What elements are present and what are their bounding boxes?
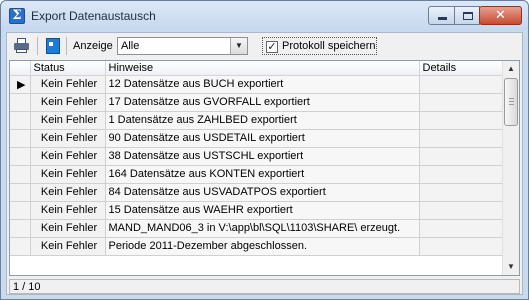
status-cell[interactable]: Kein Fehler <box>30 165 106 184</box>
status-bar: 1 / 10 <box>9 279 520 294</box>
status-cell[interactable]: Kein Fehler <box>30 219 106 238</box>
hinweis-cell[interactable]: MAND_MAND06_3 in V:\app\bl\SQL\1103\SHAR… <box>105 219 420 238</box>
table-row[interactable]: Kein Fehler 15 Datensätze aus WAEHR expo… <box>10 201 504 220</box>
status-cell[interactable]: Kein Fehler <box>30 183 106 202</box>
column-header-details[interactable]: Details <box>419 61 504 76</box>
toolbar-separator <box>37 37 38 55</box>
print-button[interactable] <box>12 36 32 56</box>
hinweis-cell[interactable]: 90 Datensätze aus USDETAIL exportiert <box>105 129 420 148</box>
export-window: Σ Export Datenaustausch ✕ Anzeige Alle ▼ <box>0 0 529 300</box>
minimize-button[interactable] <box>428 6 455 25</box>
details-cell[interactable] <box>419 129 504 148</box>
details-cell[interactable] <box>419 147 504 166</box>
checkbox-icon[interactable]: ✓ <box>266 41 278 53</box>
status-cell[interactable]: Kein Fehler <box>30 111 106 130</box>
row-indicator <box>10 111 31 130</box>
details-cell[interactable] <box>419 165 504 184</box>
hinweis-cell[interactable]: 164 Datensätze aus KONTEN exportiert <box>105 165 420 184</box>
status-cell[interactable]: Kein Fehler <box>30 93 106 112</box>
export-icon <box>46 38 60 54</box>
scroll-thumb[interactable] <box>504 78 518 126</box>
status-cell[interactable]: Kein Fehler <box>30 75 106 94</box>
table-header: Status Hinweise Details <box>10 61 504 76</box>
hinweis-cell[interactable]: 15 Datensätze aus WAEHR exportiert <box>105 201 420 220</box>
status-cell[interactable]: Kein Fehler <box>30 129 106 148</box>
scroll-down-icon[interactable]: ▼ <box>503 259 519 275</box>
table-row[interactable]: Kein Fehler Periode 2011-Dezember abgesc… <box>10 237 504 256</box>
hinweis-cell[interactable]: 38 Datensätze aus USTSCHL exportiert <box>105 147 420 166</box>
log-table: Status Hinweise Details ▶ Kein Fehler 12… <box>10 61 504 256</box>
sigma-icon: Σ <box>9 8 25 24</box>
row-indicator <box>10 93 31 112</box>
log-grid: Status Hinweise Details ▶ Kein Fehler 12… <box>9 60 520 276</box>
details-cell[interactable] <box>419 237 504 256</box>
hinweis-cell[interactable]: 17 Datensätze aus GVORFALL exportiert <box>105 93 420 112</box>
row-indicator <box>10 129 31 148</box>
anzeige-select[interactable]: Alle ▼ <box>117 37 248 55</box>
close-button[interactable]: ✕ <box>479 6 522 25</box>
window-title: Export Datenaustausch <box>31 9 156 23</box>
close-icon: ✕ <box>495 8 506 23</box>
column-header-hinweise[interactable]: Hinweise <box>105 61 420 76</box>
hinweis-cell[interactable]: 12 Datensätze aus BUCH exportiert <box>105 75 420 94</box>
row-indicator <box>10 219 31 238</box>
details-cell[interactable] <box>419 201 504 220</box>
details-cell[interactable] <box>419 219 504 238</box>
record-position: 1 / 10 <box>13 281 41 293</box>
details-cell[interactable] <box>419 93 504 112</box>
details-cell[interactable] <box>419 183 504 202</box>
hinweis-cell[interactable]: 84 Datensätze aus USVADATPOS exportiert <box>105 183 420 202</box>
column-header-status[interactable]: Status <box>30 61 106 76</box>
row-indicator <box>10 147 31 166</box>
scroll-up-icon[interactable]: ▲ <box>503 61 519 77</box>
header-indicator <box>10 61 31 76</box>
row-indicator <box>10 201 31 220</box>
row-indicator <box>10 237 31 256</box>
title-bar[interactable]: Σ Export Datenaustausch ✕ <box>1 1 528 31</box>
row-indicator <box>10 183 31 202</box>
row-indicator <box>10 165 31 184</box>
toolbar-separator <box>66 37 67 55</box>
export-button[interactable] <box>43 36 63 56</box>
status-cell[interactable]: Kein Fehler <box>30 237 106 256</box>
table-row[interactable]: Kein Fehler 38 Datensätze aus USTSCHL ex… <box>10 147 504 166</box>
maximize-icon <box>463 12 473 20</box>
table-row[interactable]: Kein Fehler 90 Datensätze aus USDETAIL e… <box>10 129 504 148</box>
table-row[interactable]: ▶ Kein Fehler 12 Datensätze aus BUCH exp… <box>10 75 504 94</box>
table-row[interactable]: Kein Fehler 1 Datensätze aus ZAHLBED exp… <box>10 111 504 130</box>
status-cell[interactable]: Kein Fehler <box>30 201 106 220</box>
current-row-arrow-icon: ▶ <box>10 75 31 94</box>
table-row[interactable]: Kein Fehler 84 Datensätze aus USVADATPOS… <box>10 183 504 202</box>
protokoll-label: Protokoll speichern <box>282 40 376 52</box>
dropdown-arrow-icon[interactable]: ▼ <box>230 38 247 54</box>
status-cell[interactable]: Kein Fehler <box>30 147 106 166</box>
maximize-button[interactable] <box>454 6 480 25</box>
hinweis-cell[interactable]: 1 Datensätze aus ZAHLBED exportiert <box>105 111 420 130</box>
anzeige-label: Anzeige <box>73 40 113 52</box>
details-cell[interactable] <box>419 111 504 130</box>
details-cell[interactable] <box>419 75 504 94</box>
anzeige-value: Alle <box>121 40 140 52</box>
hinweis-cell[interactable]: Periode 2011-Dezember abgeschlossen. <box>105 237 420 256</box>
toolbar: Anzeige Alle ▼ ✓ Protokoll speichern <box>7 33 522 59</box>
vertical-scrollbar[interactable]: ▲ ▼ <box>502 61 519 275</box>
table-row[interactable]: Kein Fehler 17 Datensätze aus GVORFALL e… <box>10 93 504 112</box>
protokoll-checkbox[interactable]: ✓ Protokoll speichern <box>262 37 377 55</box>
table-row[interactable]: Kein Fehler MAND_MAND06_3 in V:\app\bl\S… <box>10 219 504 238</box>
minimize-icon <box>438 17 447 20</box>
table-row[interactable]: Kein Fehler 164 Datensätze aus KONTEN ex… <box>10 165 504 184</box>
client-area: Anzeige Alle ▼ ✓ Protokoll speichern Sta… <box>6 32 523 295</box>
